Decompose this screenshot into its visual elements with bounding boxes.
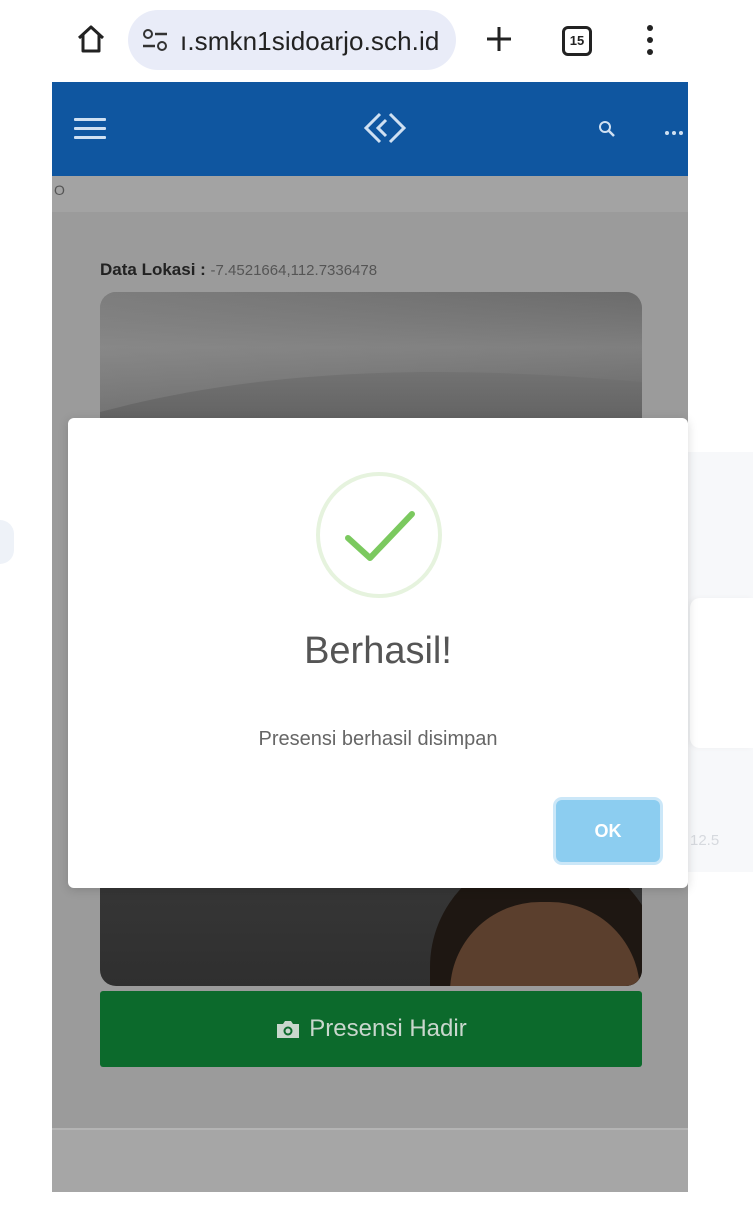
camera-icon <box>275 1018 301 1040</box>
address-bar[interactable]: ı.smkn1sidoarjo.sch.id <box>128 10 456 70</box>
url-text: ı.smkn1sidoarjo.sch.id <box>180 26 440 56</box>
hamburger-icon[interactable] <box>74 118 106 140</box>
location-info: Data Lokasi : -7.4521664,112.7336478 <box>100 260 377 280</box>
more-icon[interactable] <box>664 124 688 135</box>
tabs-icon[interactable]: 15 <box>562 26 592 56</box>
breadcrumb-text: O <box>54 182 65 198</box>
site-settings-icon[interactable] <box>140 26 170 54</box>
background-text: 12.5 <box>690 832 720 849</box>
browser-toolbar: ı.smkn1sidoarjo.sch.id 15 <box>0 0 753 82</box>
location-value: -7.4521664,112.7336478 <box>210 262 378 279</box>
bottom-bar <box>52 1128 688 1192</box>
background-fragment-left <box>0 520 14 564</box>
breadcrumb-strip: O <box>52 176 688 212</box>
dialog-message: Presensi berhasil disimpan <box>258 728 498 750</box>
presensi-hadir-button[interactable]: Presensi Hadir <box>100 991 642 1067</box>
location-label: Data Lokasi : <box>100 260 206 279</box>
tab-count: 15 <box>569 33 585 48</box>
success-dialog: Berhasil! Presensi berhasil disimpan OK <box>68 418 688 888</box>
search-icon[interactable] <box>596 118 618 140</box>
kebab-menu-icon[interactable] <box>638 22 662 58</box>
dialog-title: Berhasil! <box>304 630 452 672</box>
ok-button[interactable]: OK <box>556 800 660 862</box>
home-icon[interactable] <box>74 22 108 56</box>
app-header <box>52 82 688 176</box>
background-card <box>690 598 753 748</box>
presensi-hadir-label: Presensi Hadir <box>309 1015 467 1042</box>
success-check-icon <box>314 470 444 600</box>
plus-icon[interactable] <box>482 22 516 56</box>
logo-icon <box>360 110 410 146</box>
